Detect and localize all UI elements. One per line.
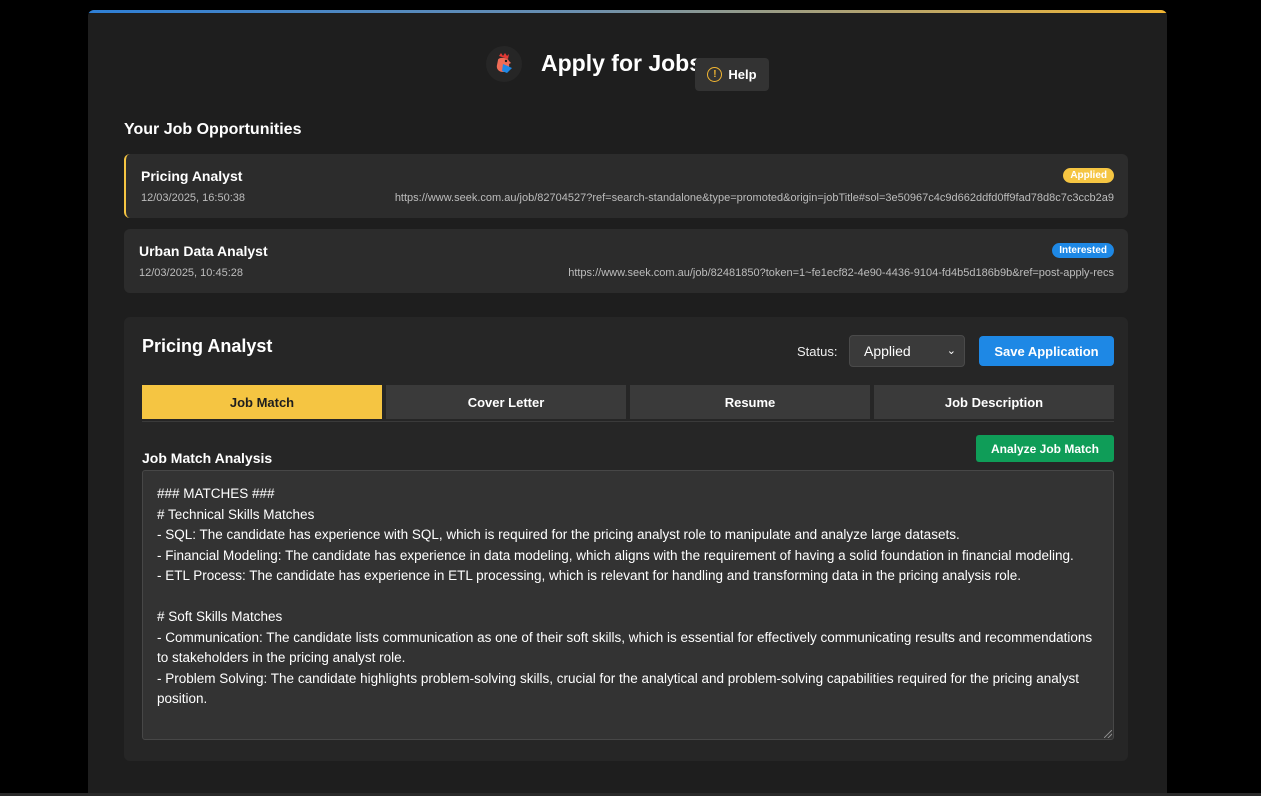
detail-tabs: Job Match Cover Letter Resume Job Descri… [142,385,1114,419]
job-url-link[interactable]: https://www.seek.com.au/job/82704527?ref… [395,192,1114,204]
tab-divider [142,421,1114,422]
tab-resume[interactable]: Resume [630,385,870,419]
status-label: Status: [797,344,838,359]
job-opportunities-heading: Your Job Opportunities [124,121,302,138]
app-header: Apply for Jobs ! Help [88,46,1167,91]
warning-circle-icon: ! [707,67,723,82]
job-detail-panel: Pricing Analyst Status: Applied ⌄ Save A… [124,317,1128,761]
tab-job-description[interactable]: Job Description [874,385,1114,419]
analysis-heading: Job Match Analysis [142,450,273,466]
main-panel: Apply for Jobs ! Help Your Job Opportuni… [88,10,1167,796]
analyze-job-match-button[interactable]: Analyze Job Match [976,435,1114,462]
job-title: Pricing Analyst [141,168,243,184]
status-badge: Applied [1063,168,1114,183]
chevron-down-icon: ⌄ [946,345,956,357]
job-url-link[interactable]: https://www.seek.com.au/job/82481850?tok… [568,267,1114,279]
status-select-value: Applied [864,343,911,359]
tab-job-match[interactable]: Job Match [142,385,382,419]
detail-title: Pricing Analyst [142,336,273,356]
help-button[interactable]: ! Help [695,58,769,91]
job-title: Urban Data Analyst [139,243,268,259]
page-title: Apply for Jobs [541,50,703,76]
status-select[interactable]: Applied ⌄ [849,335,965,367]
job-card-pricing-analyst[interactable]: Pricing Analyst Applied 12/03/2025, 16:5… [124,154,1128,218]
rooster-logo-icon [486,46,522,82]
status-badge: Interested [1052,243,1114,258]
job-date: 12/03/2025, 16:50:38 [141,192,245,204]
save-application-button[interactable]: Save Application [979,336,1114,366]
gradient-accent-bar [88,10,1167,13]
help-button-label: Help [728,67,757,82]
analysis-textarea[interactable]: ### MATCHES ### # Technical Skills Match… [142,470,1114,740]
tab-cover-letter[interactable]: Cover Letter [386,385,626,419]
job-date: 12/03/2025, 10:45:28 [139,267,243,279]
job-card-urban-data-analyst[interactable]: Urban Data Analyst Interested 12/03/2025… [124,229,1128,293]
